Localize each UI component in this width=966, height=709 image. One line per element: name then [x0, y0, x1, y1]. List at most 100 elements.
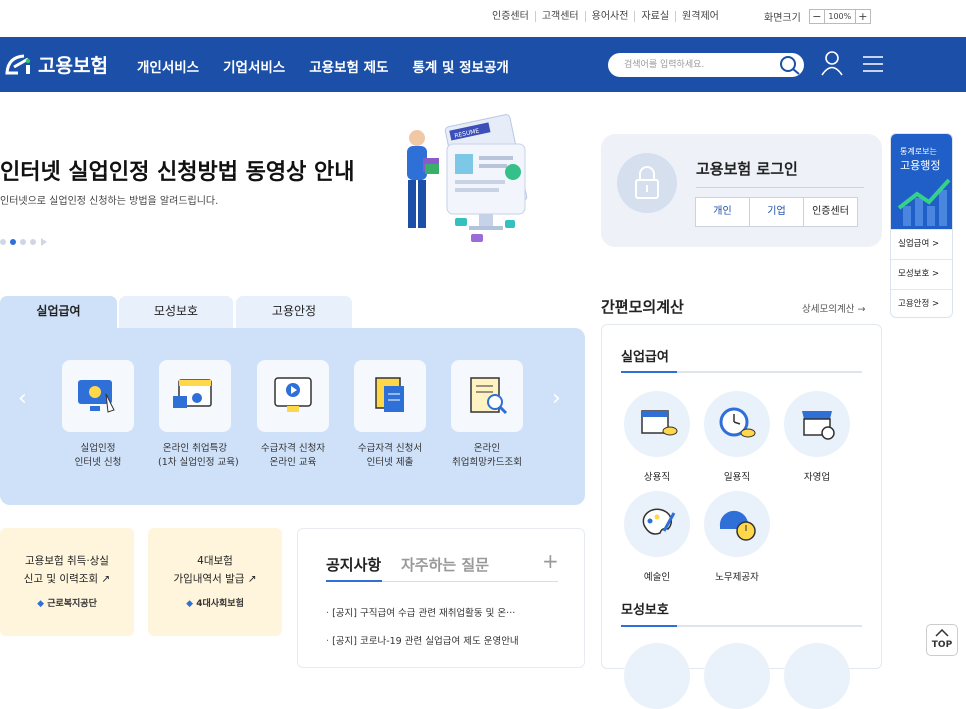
- util-link-glossary[interactable]: 용어사전: [584, 11, 635, 22]
- card-search-icon: [451, 360, 523, 432]
- service-item[interactable]: 실업인정 인터넷 신청: [61, 360, 135, 470]
- stats-banner-big: 고용행정: [900, 159, 941, 172]
- site-logo[interactable]: 고용보험: [4, 51, 108, 78]
- menu-stats[interactable]: 통계 및 정보공개: [412, 56, 508, 76]
- maternity-item-icon[interactable]: [624, 643, 690, 709]
- chevron-up-icon: [935, 628, 949, 637]
- hero-banner[interactable]: 인터넷 실업인정 신청방법 동영상 안내 인터넷으로 실업인정 신청하는 방법을…: [0, 92, 590, 270]
- quick-link-insurance-history[interactable]: 고용보험 취득·상실 신고 및 이력조회 ↗ ◆ 근로복지공단: [0, 528, 134, 636]
- tab-unemployment[interactable]: 실업급여: [0, 296, 117, 328]
- calc-item-label: 상용직: [643, 472, 671, 483]
- login-divider: [696, 187, 864, 188]
- calc-more-link[interactable]: 상세모의계산 →: [802, 301, 865, 315]
- menu-icon[interactable]: [862, 54, 884, 74]
- notice-item[interactable]: · [공지] 구직급여 수급 관련 재취업활동 및 온···: [326, 605, 515, 619]
- calc-section-unemployment: 실업급여: [621, 350, 669, 365]
- util-link-archive[interactable]: 자료실: [634, 11, 675, 22]
- org-logo-4insure: ◆ 4대사회보험: [186, 599, 244, 609]
- scroll-top-label: TOP: [931, 640, 953, 650]
- hero-pagination: [0, 237, 48, 247]
- palette-icon: [624, 491, 690, 557]
- monitor-hand-icon: [62, 360, 134, 432]
- hero-dot-active[interactable]: [10, 239, 16, 245]
- online-lecture-icon: [159, 360, 231, 432]
- play-icon[interactable]: [40, 237, 48, 247]
- logo-mark-icon: [5, 54, 31, 74]
- calc-bar: [621, 371, 862, 373]
- hero-subtitle: 인터넷으로 실업인정 신청하는 방법을 알려드립니다.: [0, 196, 219, 207]
- prev-arrow-icon[interactable]: ‹: [18, 386, 27, 411]
- notice-active-underline: [326, 580, 382, 582]
- quick-label-1: 고용보험 취득·상실 신고 및 이력조회 ↗: [23, 555, 111, 585]
- helmet-clock-icon: [704, 491, 770, 557]
- hero-dot[interactable]: [20, 239, 26, 245]
- login-panel: 고용보험 로그인 개인 기업 인증센터: [601, 134, 882, 247]
- service-item[interactable]: 온라인 취업특강 (1차 실업인정 교육): [158, 360, 239, 470]
- next-arrow-icon[interactable]: ›: [552, 386, 561, 411]
- stats-banner-small: 통계로보는: [900, 147, 937, 156]
- zoom-out-button[interactable]: −: [808, 9, 825, 24]
- calc-item-regular[interactable]: 상용직: [624, 391, 690, 483]
- chart-up-icon: [897, 178, 951, 226]
- side-item-unemployment[interactable]: 실업급여 >: [891, 229, 952, 259]
- side-item-maternity[interactable]: 모성보호 >: [891, 259, 952, 289]
- menu-personal[interactable]: 개인서비스: [137, 56, 199, 76]
- service-item[interactable]: 수급자격 신청자 온라인 교육: [256, 360, 330, 470]
- side-quick-menu: 통계로보는 고용행정 실업급여 > 모성보호 > 고용안정 >: [890, 133, 953, 318]
- calc-item-label: 예술인: [643, 572, 671, 583]
- quick-link-4insurance[interactable]: 4대보험 가입내역서 발급 ↗ ◆ 4대사회보험: [148, 528, 282, 636]
- service-label-2: 취업희망카드조회: [452, 457, 522, 468]
- zoom-label: 화면크기: [764, 13, 801, 24]
- gnb-menu: 개인서비스 기업서비스 고용보험 제도 통계 및 정보공개: [137, 56, 533, 76]
- notice-item[interactable]: · [공지] 코로나-19 관련 실업급여 제도 운영안내: [326, 633, 519, 647]
- search-placeholder: 검색어를 입력하세요.: [624, 60, 705, 70]
- search-input[interactable]: 검색어를 입력하세요.: [608, 53, 804, 77]
- notice-board: 공지사항 자주하는 질문 + · [공지] 구직급여 수급 관련 재취업활동 및…: [297, 528, 585, 668]
- hero-dot[interactable]: [30, 239, 36, 245]
- util-link-customer[interactable]: 고객센터: [534, 11, 585, 22]
- utility-bar: 인증센터 고객센터 용어사전 자료실 원격제어 화면크기 − 100% +: [0, 0, 966, 37]
- calc-item-self-employed[interactable]: 자영업: [784, 391, 850, 483]
- service-tabs: 실업급여 모성보호 고용안정: [0, 296, 590, 328]
- calc-item-labor-provider[interactable]: 노무제공자: [704, 491, 770, 583]
- clock-coin-icon: [704, 391, 770, 457]
- menu-system[interactable]: 고용보험 제도: [309, 56, 388, 76]
- video-play-icon: [257, 360, 329, 432]
- login-business-button[interactable]: 기업: [749, 197, 804, 227]
- service-label-2: 온라인 교육: [269, 457, 317, 468]
- tab-notice[interactable]: 공지사항: [326, 554, 381, 575]
- hero-dot[interactable]: [0, 239, 6, 245]
- service-label-1: 온라인: [473, 443, 501, 454]
- shop-icon: [784, 391, 850, 457]
- login-personal-button[interactable]: 개인: [695, 197, 750, 227]
- user-icon[interactable]: [820, 50, 844, 76]
- maternity-item-icon[interactable]: [784, 643, 850, 709]
- service-item[interactable]: 수급자격 신청서 인터넷 제출: [353, 360, 427, 470]
- cert-center-button[interactable]: 인증센터: [803, 197, 858, 227]
- search-icon[interactable]: [778, 54, 802, 76]
- service-label-1: 수급자격 신청서: [357, 443, 423, 454]
- zoom-in-button[interactable]: +: [854, 9, 871, 24]
- service-item[interactable]: 온라인 취업희망카드조회: [450, 360, 524, 470]
- login-title: 고용보험 로그인: [696, 160, 798, 178]
- utility-links: 인증센터 고객센터 용어사전 자료실 원격제어: [486, 11, 725, 22]
- util-link-remote[interactable]: 원격제어: [675, 11, 725, 22]
- menu-business[interactable]: 기업서비스: [223, 56, 285, 76]
- maternity-item-icon[interactable]: [704, 643, 770, 709]
- calc-item-artist[interactable]: 예술인: [624, 491, 690, 583]
- more-plus-icon[interactable]: +: [542, 549, 559, 573]
- service-panel: ‹ › 실업인정 인터넷 신청 온라인 취업특강 (1차 실업인정 교육) 수급…: [0, 328, 585, 505]
- scroll-top-button[interactable]: TOP: [926, 624, 958, 656]
- calc-item-daily[interactable]: 일용직: [704, 391, 770, 483]
- util-link-cert[interactable]: 인증센터: [486, 11, 535, 22]
- calendar-coin-icon: [624, 391, 690, 457]
- quick-label-2: 4대보험 가입내역서 발급 ↗: [173, 555, 257, 585]
- tab-maternity[interactable]: 모성보호: [119, 296, 233, 328]
- tab-faq[interactable]: 자주하는 질문: [401, 554, 489, 575]
- stats-banner[interactable]: 통계로보는 고용행정: [891, 134, 952, 229]
- side-item-stability[interactable]: 고용안정 >: [891, 289, 952, 317]
- external-link-icon: ↗: [247, 573, 257, 585]
- logo-text: 고용보험: [38, 55, 108, 77]
- calc-item-label: 자영업: [803, 472, 831, 483]
- tab-stability[interactable]: 고용안정: [236, 296, 352, 328]
